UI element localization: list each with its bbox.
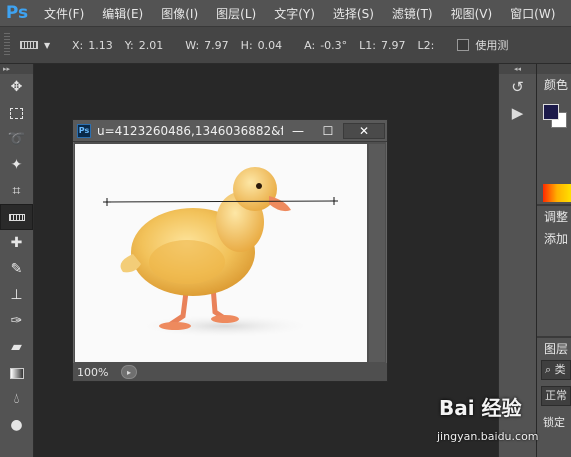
close-button[interactable]: ✕ xyxy=(343,122,385,139)
brush-tool-icon[interactable]: ✎ xyxy=(0,256,33,282)
collapse-icon[interactable]: ◂◂ xyxy=(499,64,536,74)
history-icon[interactable]: ↺ xyxy=(499,74,536,100)
marquee-tool-icon[interactable] xyxy=(0,100,33,126)
healing-brush-tool-icon[interactable]: ✚ xyxy=(0,230,33,256)
menu-type[interactable]: 文字(Y) xyxy=(264,5,323,22)
photoshop-window: Ps 文件(F) 编辑(E) 图像(I) 图层(L) 文字(Y) 选择(S) 滤… xyxy=(0,0,571,457)
tools-panel: ▸▸ ✥ ➰ ✦ ⌗ ✚ ✎ ⊥ ✑ ▰ 💧︎ ● xyxy=(0,64,34,457)
document-titlebar[interactable]: Ps u=4123260486,1346036882&f... — ☐ ✕ xyxy=(73,120,387,142)
l1-value: 7.97 xyxy=(381,38,406,52)
h-readout: H: 0.04 xyxy=(240,38,283,52)
image-canvas[interactable] xyxy=(75,144,367,362)
clone-stamp-tool-icon[interactable]: ⊥ xyxy=(0,282,33,308)
duckling-image xyxy=(103,167,338,338)
document-status-bar: 100% ▸ xyxy=(73,363,387,381)
options-bar: ▼ X: 1.13 Y: 2.01 W: 7.97 H: 0.04 A: -0.3° L1… xyxy=(0,26,571,64)
actions-play-icon[interactable]: ▶ xyxy=(499,100,536,126)
foreground-color-swatch[interactable] xyxy=(543,104,559,120)
use-measurement-scale-label: 使用测 xyxy=(475,39,509,52)
menu-filter[interactable]: 滤镜(T) xyxy=(382,5,441,22)
panel-icon-dock: ◂◂ ↺ ▶ xyxy=(498,64,536,457)
right-panels: 颜色 调整 添加 图层 ⌕ 类 正常 锁定 xyxy=(537,64,571,457)
status-menu-button[interactable]: ▸ xyxy=(121,365,137,379)
move-tool-icon[interactable]: ✥ xyxy=(0,74,33,100)
menu-view[interactable]: 视图(V) xyxy=(441,5,501,22)
menu-file[interactable]: 文件(F) xyxy=(34,5,92,22)
color-panel-tab[interactable]: 颜色 xyxy=(537,74,571,96)
maximize-button[interactable]: ☐ xyxy=(313,123,343,139)
w-value: 7.97 xyxy=(204,38,229,52)
adjustments-panel-tab[interactable]: 调整 xyxy=(537,206,568,228)
eraser-tool-icon[interactable]: ▰ xyxy=(0,334,33,360)
menu-image[interactable]: 图像(I) xyxy=(151,5,206,22)
zoom-level[interactable]: 100% xyxy=(77,366,121,379)
blur-tool-icon[interactable]: 💧︎ xyxy=(0,386,33,412)
lasso-tool-icon[interactable]: ➰ xyxy=(0,126,33,152)
layers-panel-tab[interactable]: 图层 xyxy=(537,338,568,360)
layer-filter-field[interactable]: ⌕ 类 xyxy=(541,360,571,380)
lock-label: 锁定 xyxy=(543,416,565,429)
y-readout: Y: 2.01 xyxy=(124,38,164,52)
menu-layer[interactable]: 图层(L) xyxy=(206,5,264,22)
panel-header-bar xyxy=(537,64,571,74)
document-window[interactable]: Ps u=4123260486,1346036882&f... — ☐ ✕ 10… xyxy=(72,119,388,382)
tool-preset-picker[interactable]: ▼ xyxy=(20,41,60,50)
blend-mode-select[interactable]: 正常 xyxy=(541,386,571,406)
vertical-scrollbar[interactable] xyxy=(369,144,385,362)
use-measurement-scale-checkbox[interactable] xyxy=(457,39,470,51)
dodge-tool-icon[interactable]: ● xyxy=(0,412,33,438)
l1-readout: L1: 7.97 xyxy=(359,38,406,52)
chevron-down-icon: ▼ xyxy=(44,40,51,50)
angle-readout: A: -0.3° xyxy=(304,38,348,52)
x-value: 1.13 xyxy=(88,38,113,52)
gradient-tool-icon[interactable] xyxy=(0,360,33,386)
ruler-icon xyxy=(20,41,38,49)
menu-edit[interactable]: 编辑(E) xyxy=(92,5,151,22)
ruler-tool-icon[interactable] xyxy=(0,204,33,230)
collapse-icon[interactable]: ▸▸ xyxy=(0,64,33,74)
angle-value: -0.3° xyxy=(320,38,348,52)
ps-document-icon: Ps xyxy=(77,123,91,138)
l2-readout: L2: xyxy=(417,38,435,52)
h-value: 0.04 xyxy=(257,38,283,52)
menu-bar: Ps 文件(F) 编辑(E) 图像(I) 图层(L) 文字(Y) 选择(S) 滤… xyxy=(0,0,571,26)
magic-wand-tool-icon[interactable]: ✦ xyxy=(0,152,33,178)
menu-select[interactable]: 选择(S) xyxy=(323,5,382,22)
x-readout: X: 1.13 xyxy=(72,38,113,52)
ps-logo: Ps xyxy=(5,3,29,23)
y-value: 2.01 xyxy=(138,38,164,52)
history-brush-tool-icon[interactable]: ✑ xyxy=(0,308,33,334)
minimize-button[interactable]: — xyxy=(283,123,313,139)
w-readout: W: 7.97 xyxy=(185,38,229,52)
color-ramp[interactable] xyxy=(543,184,571,202)
menu-window[interactable]: 窗口(W) xyxy=(500,5,563,22)
options-grip[interactable] xyxy=(4,33,10,57)
document-title: u=4123260486,1346036882&f... xyxy=(97,123,283,138)
crop-tool-icon[interactable]: ⌗ xyxy=(0,178,33,204)
add-adjustment-label: 添加 xyxy=(544,232,569,246)
